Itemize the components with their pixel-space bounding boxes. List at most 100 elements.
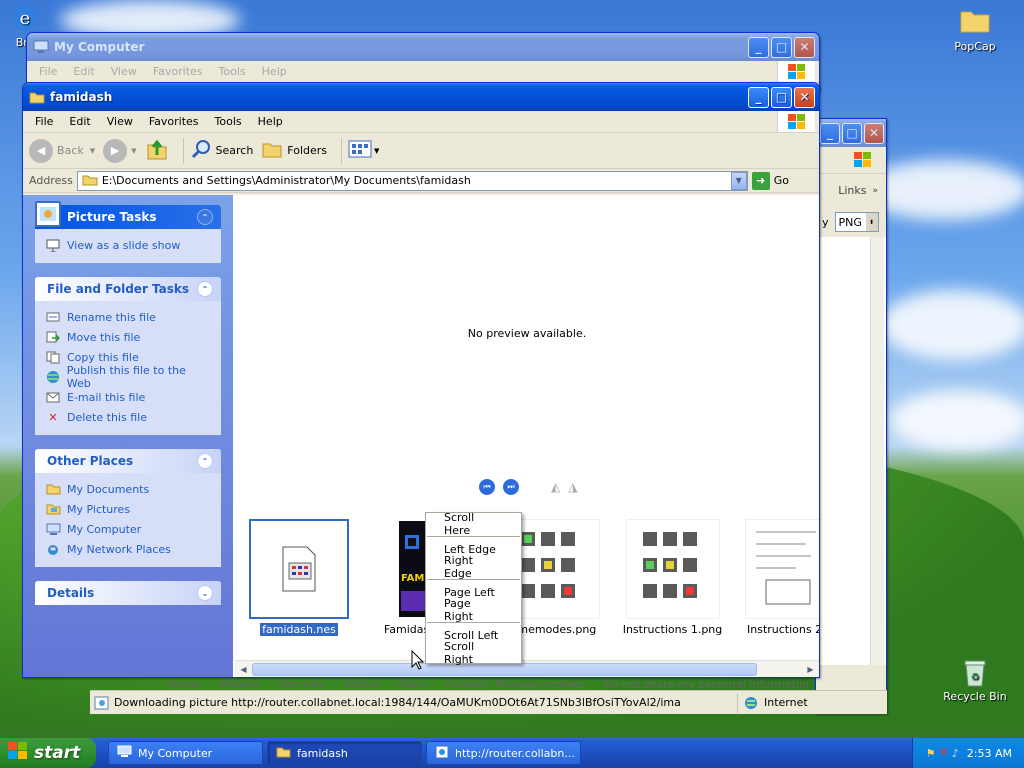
menu-tools[interactable]: Tools [207, 113, 250, 130]
instructions-2-image [756, 531, 816, 605]
toolbar-separator [341, 137, 343, 164]
rotate-clockwise-icon[interactable]: ◭ [551, 480, 560, 494]
network-tray-icon[interactable]: ⚑ [926, 747, 936, 760]
minimize-button[interactable]: _ [748, 36, 769, 58]
vertical-scrollbar[interactable] [870, 237, 884, 665]
back-button[interactable]: ◀ Back ▼ [29, 138, 95, 163]
menu-favorites[interactable]: Favorites [141, 113, 207, 130]
chevron-down-icon[interactable]: ▼ [730, 171, 747, 190]
panel-header[interactable]: Picture Tasks ⌃ [35, 201, 221, 229]
footer-link[interactable]: Do not share my personal information [603, 678, 808, 690]
view-slideshow-link[interactable]: View as a slide show [45, 235, 211, 255]
maximize-button[interactable]: □ [842, 122, 862, 144]
menu-view[interactable]: View [99, 113, 141, 130]
footer-link[interactable]: Docs [398, 678, 425, 690]
taskbar-button-famidash[interactable]: famidash [267, 741, 422, 765]
search-button[interactable]: Search [190, 138, 253, 163]
menu-favorites[interactable]: Favorites [145, 63, 211, 80]
file-thumbnail[interactable]: Instructions 1.png [615, 519, 730, 636]
menu-view[interactable]: View [103, 63, 145, 80]
maximize-button[interactable]: □ [771, 36, 792, 58]
forward-button[interactable]: ▶ ▼ [103, 138, 137, 163]
menu-item-scroll-right[interactable]: Scroll Right [426, 640, 521, 666]
menu-edit[interactable]: Edit [65, 63, 102, 80]
chevron-right-icon[interactable]: » [872, 186, 878, 196]
up-folder-button[interactable] [145, 137, 169, 164]
menu-help[interactable]: Help [254, 63, 295, 80]
close-button[interactable]: ✕ [794, 86, 815, 108]
maximize-button[interactable]: □ [771, 86, 792, 108]
desktop-icon-recycle-bin[interactable]: ♻ Recycle Bin [940, 656, 1010, 703]
file-thumbnail[interactable]: famidash.nes [249, 519, 349, 636]
file-thumbnail[interactable]: Instructions 2 [745, 519, 819, 636]
volume-icon[interactable]: ♪ [952, 747, 959, 760]
collapse-icon[interactable]: ⌃ [197, 281, 213, 297]
collapse-icon[interactable]: ⌃ [197, 453, 213, 469]
address-bar: Address E:\Documents and Settings\Admini… [23, 169, 819, 193]
publish-web-link[interactable]: Publish this file to the Web [45, 364, 211, 390]
footer-link[interactable]: Contact [445, 678, 488, 690]
spinner-icon[interactable]: ⬍ [865, 213, 878, 231]
footer-link[interactable]: Privacy [220, 678, 260, 690]
footer-link[interactable]: Terms [168, 678, 200, 690]
folders-button[interactable]: Folders [261, 138, 327, 163]
my-network-places-link[interactable]: My Network Places [45, 539, 211, 559]
menu-edit[interactable]: Edit [61, 113, 98, 130]
menu-item-page-right[interactable]: Page Right [426, 597, 521, 623]
security-alert-icon[interactable]: ⛨ [940, 746, 948, 760]
menu-help[interactable]: Help [250, 113, 291, 130]
email-file-link[interactable]: E-mail this file [45, 387, 211, 407]
links-label[interactable]: Links [838, 184, 866, 197]
panel-header[interactable]: Other Places ⌃ [35, 449, 221, 473]
menu-item-right-edge[interactable]: Right Edge [426, 554, 521, 580]
format-select[interactable]: PNG ⬍ [834, 212, 879, 232]
window-famidash[interactable]: famidash _ □ ✕ File Edit View Favorites … [22, 82, 820, 678]
move-file-link[interactable]: Move this file [45, 327, 211, 347]
close-button[interactable]: ✕ [794, 36, 815, 58]
views-button[interactable]: ▼ [348, 139, 379, 162]
title-bar[interactable]: My Computer _ □ ✕ [27, 33, 819, 61]
clock[interactable]: 2:53 AM [967, 747, 1012, 760]
start-button[interactable]: start [0, 738, 96, 768]
address-input[interactable]: E:\Documents and Settings\Administrator\… [76, 170, 748, 191]
views-icon [348, 139, 372, 162]
chevron-down-icon[interactable]: ▼ [131, 147, 136, 155]
panel-header[interactable]: File and Folder Tasks ⌃ [35, 277, 221, 301]
menu-file[interactable]: File [27, 113, 61, 130]
desktop-icon-popcap[interactable]: PopCap [940, 6, 1010, 53]
close-button[interactable]: ✕ [864, 122, 884, 144]
title-bar[interactable]: famidash _ □ ✕ [23, 83, 819, 111]
system-tray: ⚑ ⛨ ♪ 2:53 AM [912, 738, 1024, 768]
menu-tools[interactable]: Tools [211, 63, 254, 80]
title-bar[interactable]: _ □ ✕ [816, 119, 886, 147]
collapse-icon[interactable]: ⌃ [197, 209, 213, 225]
format-value: PNG [838, 215, 862, 229]
taskbar-button-browser[interactable]: http://router.collabn... [426, 741, 581, 765]
footer-link[interactable]: Manage cookies [495, 678, 584, 690]
previous-image-icon[interactable]: ⏮ [479, 479, 495, 495]
chevron-down-icon[interactable]: ▼ [374, 147, 379, 155]
horizontal-scrollbar[interactable]: ◀ ▶ [235, 660, 819, 677]
footer-link[interactable]: Status [344, 678, 379, 690]
window-internet-explorer[interactable]: _ □ ✕ Links » y PNG ⬍ [815, 118, 887, 714]
my-computer-link[interactable]: My Computer [45, 519, 211, 539]
my-pictures-link[interactable]: My Pictures [45, 499, 211, 519]
minimize-button[interactable]: _ [820, 122, 840, 144]
footer-link[interactable]: Security [279, 678, 324, 690]
menu-file[interactable]: File [31, 63, 65, 80]
scroll-right-arrow-icon[interactable]: ▶ [802, 662, 819, 677]
expand-icon[interactable]: ⌄ [197, 585, 213, 601]
scroll-left-arrow-icon[interactable]: ◀ [235, 662, 252, 677]
my-documents-link[interactable]: My Documents [45, 479, 211, 499]
taskbar-button-my-computer[interactable]: My Computer [108, 741, 263, 765]
rotate-counterclockwise-icon[interactable]: ◮ [568, 480, 577, 494]
scrollbar-thumb[interactable] [252, 662, 757, 676]
chevron-down-icon[interactable]: ▼ [90, 147, 95, 155]
delete-file-link[interactable]: ✕ Delete this file [45, 407, 211, 427]
minimize-button[interactable]: _ [748, 86, 769, 108]
go-button[interactable]: ➜ Go [751, 171, 789, 190]
rename-file-link[interactable]: Rename this file [45, 307, 211, 327]
next-image-icon[interactable]: ⏭ [503, 479, 519, 495]
menu-item-scroll-here[interactable]: Scroll Here [426, 511, 521, 537]
panel-header[interactable]: Details ⌄ [35, 581, 221, 605]
